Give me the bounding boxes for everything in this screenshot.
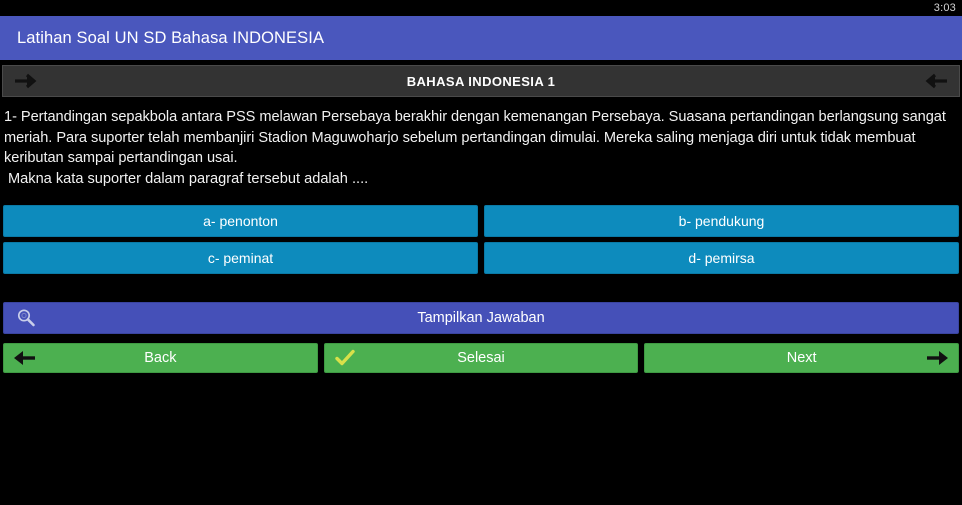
header-back-button[interactable]: [911, 71, 959, 91]
question-body: 1- Pertandingan sepakbola antara PSS mel…: [4, 109, 946, 166]
next-button[interactable]: Next: [644, 343, 960, 373]
finish-button[interactable]: Selesai: [323, 343, 639, 373]
option-d-button[interactable]: d- pemirsa: [484, 242, 959, 274]
show-answer-button[interactable]: Tampilkan Jawaban: [3, 302, 959, 334]
search-icon: [17, 309, 35, 327]
back-label: Back: [144, 350, 177, 366]
answer-options: a- penonton b- pendukung c- peminat d- p…: [0, 205, 962, 274]
section-title: BAHASA INDONESIA 1: [406, 73, 556, 89]
app-title: Latihan Soal UN SD Bahasa INDONESIA: [17, 28, 325, 47]
arrow-left-icon: [925, 73, 947, 89]
arrow-right-icon: [15, 73, 37, 89]
question-prompt: Makna kata suporter dalam paragraf terse…: [8, 170, 369, 187]
check-icon: [334, 349, 355, 366]
bottom-navigation: Back Selesai Next: [0, 334, 962, 373]
question-area: 1- Pertandingan sepakbola antara PSS mel…: [0, 97, 962, 205]
show-answer-label: Tampilkan Jawaban: [417, 310, 545, 326]
app-title-bar: Latihan Soal UN SD Bahasa INDONESIA: [0, 16, 962, 60]
finish-label: Selesai: [457, 350, 505, 366]
header-forward-button[interactable]: [3, 71, 51, 91]
option-c-button[interactable]: c- peminat: [3, 242, 478, 274]
next-label: Next: [786, 350, 817, 366]
status-bar: 3:03: [0, 0, 962, 16]
next-icon-slot: [918, 349, 958, 367]
arrow-left-icon: [14, 351, 35, 365]
arrow-right-icon: [927, 351, 949, 365]
option-a-button[interactable]: a- penonton: [3, 205, 478, 237]
show-answer-container: Tampilkan Jawaban: [0, 274, 962, 334]
section-header: BAHASA INDONESIA 1: [2, 65, 960, 97]
option-b-button[interactable]: b- pendukung: [484, 205, 959, 237]
status-clock: 3:03: [933, 1, 956, 14]
search-icon-slot: [4, 307, 48, 329]
back-button[interactable]: Back: [3, 343, 318, 373]
check-icon-slot: [325, 349, 365, 367]
back-icon-slot: [4, 349, 44, 367]
section-header-container: BAHASA INDONESIA 1: [0, 60, 962, 97]
